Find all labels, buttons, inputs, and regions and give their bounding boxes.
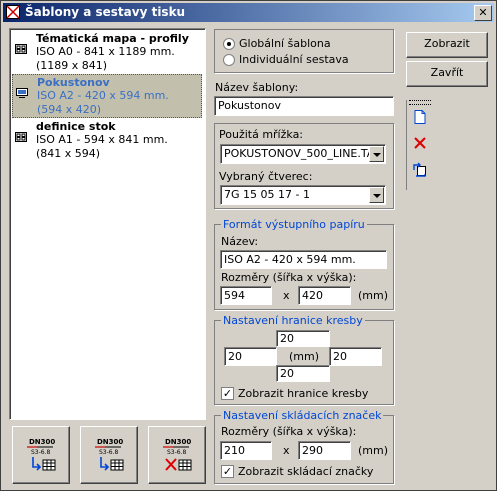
delete-template-button[interactable]: DN300 S3-6.8 [148,426,206,484]
paper-width-input[interactable]: 594 [220,286,272,305]
app-icon [6,5,20,19]
new-document-icon[interactable] [412,109,428,125]
title-bar[interactable]: Šablony a sestavy tisku ✕ [3,3,494,22]
list-item-template-1[interactable]: Pokustonov ISO A2 - 420 x 594 mm. (594 x… [12,74,202,118]
template-format: ISO A1 - 594 x 841 mm. [36,133,168,146]
show-border-label: Zobrazit hranice kresby [238,387,369,400]
fold-width-input[interactable]: 210 [220,441,272,460]
close-window-button[interactable]: ✕ [474,5,492,21]
fold-times-sign: x [283,444,290,457]
border-bottom-input[interactable]: 20 [276,365,330,382]
list-item-template-2[interactable]: definice stok ISO A1 - 594 x 841 mm. (84… [12,119,202,163]
fold-marks-group: Nastavení skládacích značek Rozměry (šíř… [214,409,394,484]
delete-icon[interactable] [412,135,428,151]
landscape-sheet-icon [15,44,27,54]
paper-size-label: Rozměry (šířka x výška): [221,271,357,284]
svg-text:S3-6.8: S3-6.8 [167,449,187,456]
svg-text:S3-6.8: S3-6.8 [31,449,51,456]
drawing-border-group: Nastavení hranice kresby 20 20 (mm) 20 2… [214,314,394,405]
monitor-sheet-icon [16,88,28,98]
toolbar-grip[interactable] [409,100,431,105]
global-template-label: Globální šablona [239,37,331,50]
chevron-down-icon[interactable] [369,146,384,162]
svg-text:S3-6.8: S3-6.8 [99,449,119,456]
fold-height-input[interactable]: 290 [298,441,351,460]
grid-select-value: POKUSTONOV_500_LINE.TA [224,147,375,160]
drawing-border-title: Nastavení hranice kresby [221,314,365,327]
dn300-import-icon: DN300 S3-6.8 [27,438,56,471]
border-left-input[interactable]: 20 [224,347,277,366]
template-format: ISO A0 - 841 x 1189 mm. [36,45,175,58]
paper-format-group: Formát výstupního papíru Název: ISO A2 -… [214,218,394,310]
paper-format-title: Formát výstupního papíru [221,218,367,231]
template-name: Pokustonov [37,76,110,89]
template-name-input[interactable]: Pokustonov [214,96,394,116]
dn300-export-icon: DN300 S3-6.8 [95,438,124,471]
border-unit: (mm) [289,350,320,363]
dn300-delete-icon: DN300 S3-6.8 [163,438,192,471]
grid-group: Použitá mřížka: POKUSTONOV_500_LINE.TA V… [214,123,394,209]
template-name: definice stok [36,120,116,133]
template-size: (1189 x 841) [36,59,108,72]
show-border-checkbox[interactable]: ✓ [221,387,234,400]
chevron-down-icon[interactable] [369,187,384,203]
fold-unit: (mm) [358,444,389,457]
grid-label: Použitá mřížka: [219,128,304,141]
landscape-sheet-icon [15,132,27,142]
paper-times-sign: x [283,289,290,302]
svg-text:DN300: DN300 [165,438,191,446]
template-size: (841 x 594) [36,147,101,160]
individual-set-radio[interactable] [223,54,235,66]
individual-set-label: Individuální sestava [239,53,349,66]
grid-select[interactable]: POKUSTONOV_500_LINE.TA [220,144,386,164]
paper-name-input[interactable]: ISO A2 - 420 x 594 mm. [220,250,387,269]
template-list[interactable]: Tématická mapa - profily ISO A0 - 841 x … [9,28,206,420]
fold-marks-title: Nastavení skládacích značek [221,409,384,422]
dialog-window: Šablony a sestavy tisku ✕ Tématická mapa… [0,0,497,491]
swap-icon[interactable] [412,162,428,178]
template-name: Tématická mapa - profily [36,32,189,45]
template-size: (594 x 420) [37,103,102,116]
scope-group: Globální šablona Individuální sestava [214,29,394,73]
svg-text:DN300: DN300 [97,438,123,446]
global-template-radio[interactable] [223,38,235,50]
template-toolbar [406,100,433,190]
import-template-button[interactable]: DN300 S3-6.8 [12,426,70,484]
square-select[interactable]: 7G 15 05 17 - 1 [220,185,386,205]
border-right-input[interactable]: 20 [329,347,382,366]
show-button[interactable]: Zobrazit [406,32,488,58]
show-fold-marks-checkbox[interactable]: ✓ [221,465,234,478]
paper-unit: (mm) [358,289,389,302]
square-select-value: 7G 15 05 17 - 1 [224,188,310,201]
paper-height-input[interactable]: 420 [298,286,351,305]
template-format: ISO A2 - 420 x 594 mm. [37,89,169,102]
svg-text:DN300: DN300 [29,438,55,446]
square-label: Vybraný čtverec: [219,170,313,183]
fold-size-label: Rozměry (šířka x výška): [221,425,357,438]
show-fold-marks-label: Zobrazit skládací značky [238,465,374,478]
border-top-input[interactable]: 20 [276,330,330,347]
window-title: Šablony a sestavy tisku [25,5,186,19]
paper-name-label: Název: [221,235,259,248]
export-template-button[interactable]: DN300 S3-6.8 [80,426,138,484]
list-item-template-0[interactable]: Tématická mapa - profily ISO A0 - 841 x … [12,31,202,75]
template-name-label: Název šablony: [215,81,299,94]
close-button[interactable]: Zavřít [406,61,488,87]
